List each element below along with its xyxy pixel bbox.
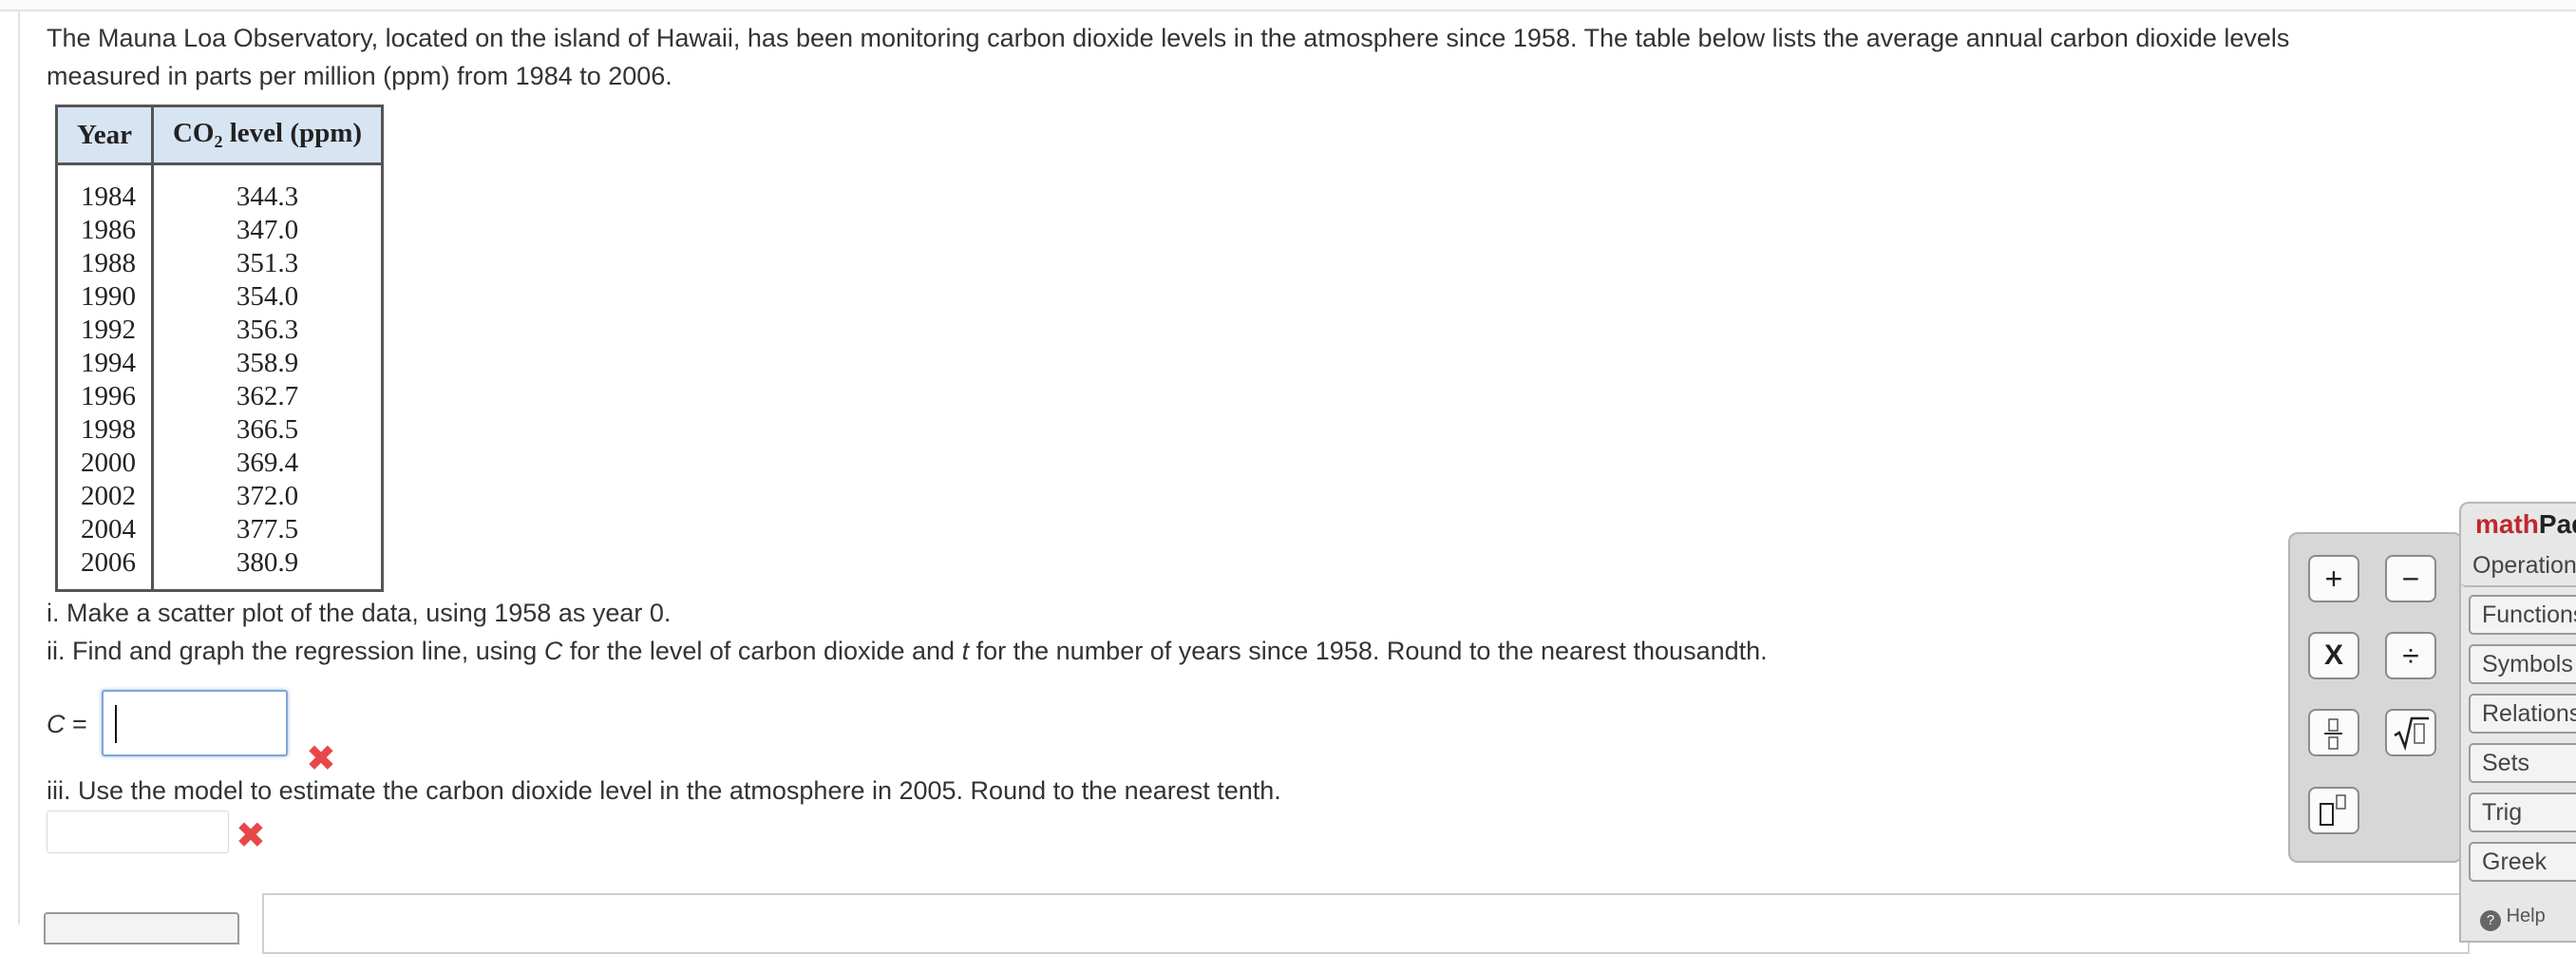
table-row: 1990 354.0: [57, 280, 383, 314]
regression-equation-label: C =: [47, 710, 87, 738]
text-cursor: [115, 705, 117, 743]
question-content: The Mauna Loa Observatory, located on th…: [47, 19, 2516, 95]
co2-value-cell: 351.3: [150, 247, 383, 280]
tab-functions[interactable]: Functions: [2469, 595, 2576, 635]
year-cell: 1992: [81, 315, 136, 345]
tab-symbols[interactable]: Symbols: [2469, 644, 2576, 684]
table-row: 1996 362.7: [57, 380, 383, 413]
table-row: 2004 377.5: [57, 513, 383, 546]
co2-value-cell: 366.5: [150, 413, 383, 447]
year-column-header: Year: [55, 105, 154, 165]
co2-value-cell: 362.7: [150, 380, 383, 413]
table-body: 1984 344.3 1986 347.0 1988 351.3 1990 354.0 1992…: [57, 163, 383, 591]
year-cell: 2006: [81, 547, 136, 578]
co2-value-cell: 369.4: [150, 447, 383, 480]
mathpad-panel: mathPad Operations Functions Symbols Rel…: [2459, 502, 2576, 943]
question-ii: ii. Find and graph the regression line, …: [47, 637, 1768, 665]
intro-text: The Mauna Loa Observatory, located on th…: [47, 19, 2516, 95]
help-link[interactable]: ? Help: [2480, 906, 2546, 931]
year-cell: 2004: [81, 514, 136, 544]
incorrect-x-icon: ✖: [236, 816, 266, 856]
co2-value-cell: 372.0: [150, 480, 383, 513]
year-cell: 1994: [81, 348, 136, 378]
question-i: i. Make a scatter plot of the data, usin…: [47, 599, 672, 627]
intro-line-1: The Mauna Loa Observatory, located on th…: [47, 24, 2290, 52]
incorrect-x-icon: ✖: [306, 739, 336, 779]
year-cell: 2002: [81, 481, 136, 511]
co2-value-cell: 354.0: [150, 280, 383, 314]
year-cell: 1996: [81, 381, 136, 411]
co2-value-cell: 356.3: [150, 314, 383, 347]
co2-value-cell: 347.0: [150, 214, 383, 247]
table-row: 2002 372.0: [57, 480, 383, 513]
regression-equation-input[interactable]: [102, 690, 288, 756]
table-row: 1992 356.3: [57, 314, 383, 347]
question-iii: iii. Use the model to estimate the carbo…: [47, 776, 1281, 805]
help-icon: ?: [2480, 910, 2501, 931]
co2-data-table: Year CO2 level (ppm) 1984 344.3 1986 347.0 1…: [55, 105, 385, 592]
multiply-key[interactable]: X: [2308, 632, 2359, 679]
exponent-icon: [2320, 794, 2346, 826]
table-row: 1988 351.3: [57, 247, 383, 280]
minus-key[interactable]: −: [2385, 555, 2436, 602]
co2-value-cell: 358.9: [150, 347, 383, 380]
exponent-key[interactable]: [2308, 787, 2359, 834]
co2-estimate-input[interactable]: [47, 811, 229, 853]
year-cell: 1998: [81, 414, 136, 445]
year-cell: 1988: [81, 248, 136, 278]
co2-value-cell: 377.5: [150, 513, 383, 546]
year-cell: 1986: [81, 215, 136, 245]
co2-value-cell: 344.3: [150, 163, 383, 214]
table-row: 1998 366.5: [57, 413, 383, 447]
tab-greek[interactable]: Greek: [2469, 842, 2576, 882]
table-row: 1984 344.3: [57, 163, 383, 214]
co2-value-cell: 380.9: [150, 546, 383, 591]
plus-key[interactable]: +: [2308, 555, 2359, 602]
square-root-key[interactable]: [2385, 709, 2436, 756]
square-root-icon: [2394, 716, 2429, 752]
year-cell: 2000: [81, 448, 136, 478]
tab-operations[interactable]: Operations: [2461, 547, 2576, 587]
fraction-icon: [2324, 718, 2342, 750]
tab-trig[interactable]: Trig: [2469, 792, 2576, 832]
divide-key[interactable]: ÷: [2385, 632, 2436, 679]
intro-line-2: measured in parts per million (ppm) from…: [47, 62, 672, 90]
table-header-row: Year CO2 level (ppm): [55, 105, 385, 165]
table-row: 2006 380.9: [57, 546, 383, 591]
year-cell: 1990: [81, 281, 136, 312]
submit-button[interactable]: [44, 912, 239, 944]
tab-relations[interactable]: Relations: [2469, 694, 2576, 734]
top-border: [0, 0, 2576, 11]
tab-sets[interactable]: Sets: [2469, 743, 2576, 783]
co2-column-header: CO2 level (ppm): [150, 105, 385, 165]
table-row: 1986 347.0: [57, 214, 383, 247]
mathpad-title: mathPad: [2475, 509, 2576, 539]
answer-panel: [262, 893, 2470, 954]
math-keypad: + − X ÷: [2288, 532, 2463, 863]
fraction-key[interactable]: [2308, 709, 2359, 756]
table-row: 1994 358.9: [57, 347, 383, 380]
year-cell: 1984: [81, 181, 136, 212]
left-border: [18, 11, 20, 925]
table-row: 2000 369.4: [57, 447, 383, 480]
